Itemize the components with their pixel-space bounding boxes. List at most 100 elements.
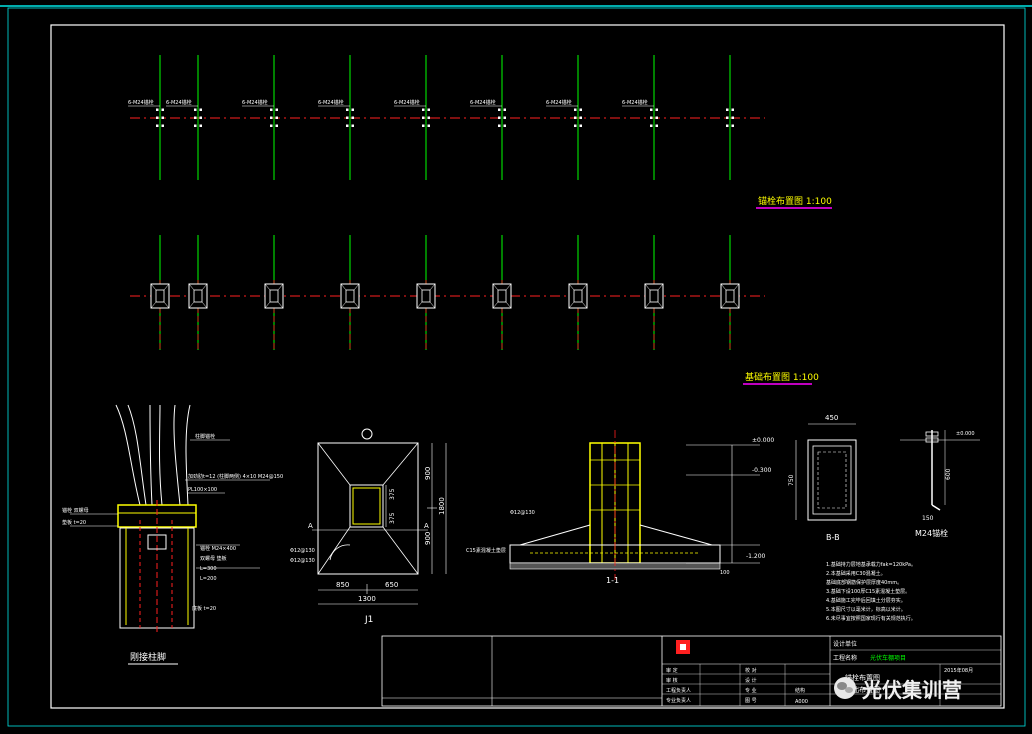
anchor-bolt-mark [199, 116, 202, 119]
svg-text:L=300: L=300 [200, 566, 217, 572]
cad-drawing-canvas: 6-M24锚栓 6-M24锚栓 6-M24锚栓 6-M24锚栓 6-M24锚栓 6-M24… [0, 0, 1032, 734]
tb-project-label: 工程名称 [833, 654, 857, 662]
note-line: 6.未尽事宜按照国家现行有关规范执行。 [826, 615, 916, 622]
anchor-bolt-mark [726, 108, 729, 111]
plan-dim-375a: 375 [389, 488, 396, 500]
anchor-bolt-mark [427, 124, 430, 127]
tb-project-name: 光伏车棚项目 [870, 654, 906, 662]
note-line: 5.本图尺寸以毫米计，标高以米计。 [826, 606, 906, 613]
anchor-bolt-mark [194, 116, 197, 119]
anchor-bolt-mark [270, 108, 273, 111]
anchor-bolt-mark [346, 124, 349, 127]
bolt-dim-150: 150 [922, 515, 934, 522]
section-aa-title: 1-1 [606, 576, 619, 585]
anchor-bolt-mark [194, 124, 197, 127]
anchor-bolt-mark [351, 124, 354, 127]
plan-dim-375b: 375 [389, 512, 396, 524]
tb-row-label-2: 设 计 [745, 677, 757, 684]
svg-text:垫板 t=20: 垫板 t=20 [62, 519, 86, 526]
plan-dim-650: 650 [385, 581, 398, 589]
note-line: 1.基础持力层地基承载力fak=120kPa。 [826, 561, 916, 568]
svg-text:底板 t=20: 底板 t=20 [192, 605, 216, 612]
tb-date: 2015年08月 [944, 667, 973, 674]
detail-title: 刚接柱脚 [130, 651, 166, 663]
anchor-bolt-mark [650, 116, 653, 119]
tb-row-label: 审 定 [666, 667, 678, 674]
anchor-bolt-mark [503, 116, 506, 119]
tb-structure: 结构 [795, 687, 805, 694]
anchor-label: 6-M24锚栓 [622, 99, 648, 106]
sec-rebar: Φ12@130 [510, 510, 535, 516]
anchor-bolt-mark [351, 108, 354, 111]
plan-rebar2: Φ12@130 [290, 558, 315, 564]
tb-row-label: 工程负责人 [666, 687, 691, 694]
anchor-bolt-mark [275, 116, 278, 119]
anchor-bolt-mark [579, 116, 582, 119]
svg-text:锚栓 M24×400: 锚栓 M24×400 [200, 545, 236, 552]
anchor-bolt-mark [156, 108, 159, 111]
anchor-bolt-mark [346, 116, 349, 119]
anchor-bolt-mark [498, 108, 501, 111]
bolt-elev: ±0.000 [956, 431, 975, 437]
anchor-bolt-mark [194, 108, 197, 111]
anchor-label: 6-M24锚栓 [394, 99, 420, 106]
footing-plan-label: J1 [364, 615, 373, 625]
anchor-bolt-mark [574, 108, 577, 111]
anchor-bolt-mark [275, 108, 278, 111]
plan-dim-1300: 1300 [358, 595, 376, 603]
section-bb-title: B-B [826, 533, 840, 542]
anchor-bolt-mark [156, 124, 159, 127]
sec-d100: 100 [720, 570, 730, 576]
anchor-bolt-mark [574, 116, 577, 119]
anchor-bolt-mark [655, 124, 658, 127]
anchor-bolt-mark [498, 116, 501, 119]
anchor-bolt-mark [655, 108, 658, 111]
anchor-bolt-mark [498, 124, 501, 127]
svg-text:A: A [308, 522, 313, 530]
sec-elev-neg: -0.300 [752, 467, 772, 474]
plan-dim-900a: 900 [424, 467, 432, 480]
anchor-bolt-mark [156, 116, 159, 119]
anchor-bolt-mark [503, 124, 506, 127]
foundation-plan-title: 基础布置图 1:100 [745, 371, 819, 383]
anchor-bolt-mark [422, 124, 425, 127]
plan-dim-850: 850 [336, 581, 349, 589]
svg-text:PL100×100: PL100×100 [188, 487, 217, 493]
tb-scale: A000 [795, 699, 808, 705]
anchor-bolt-mark [199, 108, 202, 111]
bb-dim-450: 450 [825, 414, 838, 422]
sec-concrete: C15素混凝土垫层 [466, 547, 506, 554]
anchor-bolt-mark [270, 124, 273, 127]
anchor-bolt-mark [574, 124, 577, 127]
anchor-bolt-mark [422, 108, 425, 111]
svg-text:锚栓 双螺母: 锚栓 双螺母 [62, 507, 89, 514]
tb-company: 设计单位 [833, 640, 857, 648]
anchor-bolt-mark [731, 124, 734, 127]
anchor-bolt-mark [726, 124, 729, 127]
plan-dim-900b: 900 [424, 532, 432, 545]
anchor-bolt-mark [650, 124, 653, 127]
anchor-label: 6-M24锚栓 [318, 99, 344, 106]
anchor-bolt-mark [650, 108, 653, 111]
note-line: 4.基础施工完毕后回填土分层夯实。 [826, 597, 906, 604]
tb-row-label-2: 图 号 [745, 698, 757, 704]
note-line: 基础底部钢筋保护层厚度40mm。 [826, 579, 902, 586]
anchor-bolt-mark [199, 124, 202, 127]
plan-dim-1800: 1800 [438, 497, 446, 515]
sec-elev-0: ±0.000 [752, 437, 774, 444]
svg-text:加劲肋t=12 (柱脚两侧) 4×10 M24@150: 加劲肋t=12 (柱脚两侧) 4×10 M24@150 [188, 473, 283, 480]
svg-text:柱脚锚栓: 柱脚锚栓 [195, 433, 215, 440]
anchor-bolt-mark [275, 124, 278, 127]
anchor-plan-title: 锚栓布置图 1:100 [758, 195, 832, 207]
anchor-bolt-mark [427, 116, 430, 119]
watermark-text: 光伏集训营 [861, 678, 962, 702]
tb-row-label: 审 核 [666, 677, 678, 684]
anchor-label: 6-M24锚栓 [128, 99, 154, 106]
anchor-bolt-mark [579, 108, 582, 111]
tb-row-label: 专业负责人 [666, 697, 691, 704]
anchor-bolt-mark [351, 116, 354, 119]
plan-rebar1: Φ12@130 [290, 548, 315, 554]
svg-text:A: A [424, 522, 429, 530]
note-line: 2.本基础采用C30混凝土。 [826, 570, 886, 577]
anchor-label: 6-M24锚栓 [242, 99, 268, 106]
